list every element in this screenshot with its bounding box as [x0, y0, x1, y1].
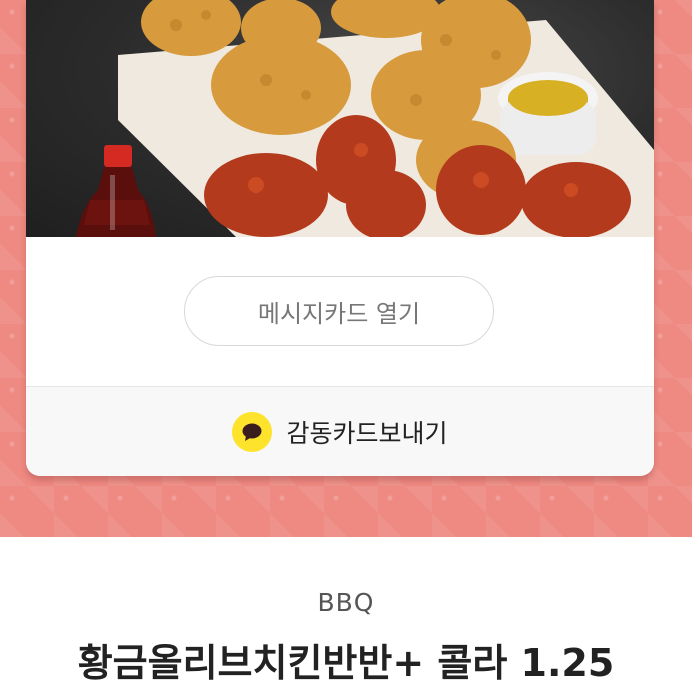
send-card-label: 감동카드보내기 [286, 418, 448, 448]
product-photo [26, 0, 654, 237]
gift-card: 메시지카드 열기 감동카드보내기 [26, 0, 654, 476]
kakaotalk-speech-bubble-icon [232, 411, 273, 452]
brand-name: BBQ [317, 588, 375, 617]
product-name: 황금올리브치킨반반+ 콜라 1.25 [77, 641, 615, 685]
send-card-button[interactable]: 감동카드보내기 [26, 387, 654, 476]
open-message-card-button[interactable]: 메시지카드 열기 [184, 276, 494, 346]
